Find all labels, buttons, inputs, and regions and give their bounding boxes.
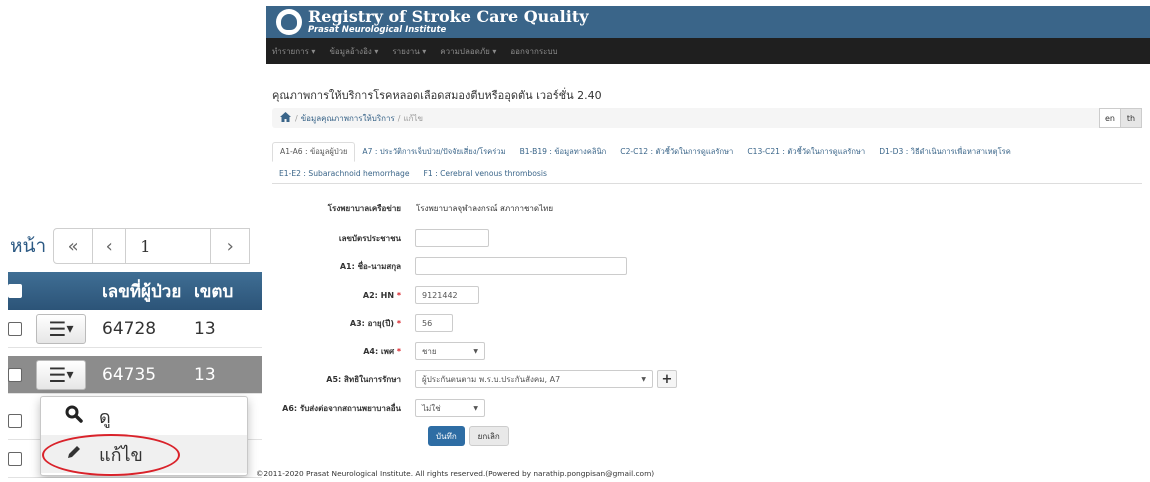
hospital-label: โรงพยาบาลเครือข่าย xyxy=(327,203,401,213)
rights-label: A5: สิทธิในการรักษา xyxy=(326,374,401,384)
citizen-id-input[interactable] xyxy=(415,229,489,247)
chevron-right-icon: › xyxy=(226,235,234,257)
row-checkbox[interactable] xyxy=(8,321,22,336)
app-window: Registry of Stroke Care Quality Prasat N… xyxy=(256,0,1150,482)
row-menu-button[interactable]: ☰ ▾ xyxy=(36,313,86,344)
nav-transactions[interactable]: ทำรายการ ▾ xyxy=(272,45,315,58)
row-checkbox[interactable] xyxy=(8,367,22,382)
tab-c2-c12[interactable]: C2-C12 : ตัวชี้วัดในการดูแลรักษา xyxy=(613,142,740,162)
referral-label: A6: รับส่งต่อจากสถานพยาบาลอื่น xyxy=(282,403,401,413)
row-patient-number: 64728 xyxy=(102,318,157,339)
app-subtitle: Prasat Neurological Institute xyxy=(308,25,447,35)
rights-row: A5: สิทธิในการรักษา ผู้ประกันตนตาม พ.ร.บ… xyxy=(266,367,1150,391)
row-menu-button[interactable]: ☰ ▾ xyxy=(36,359,86,390)
required-marker: * xyxy=(396,290,401,300)
prev-page-button[interactable]: ‹ xyxy=(92,228,127,264)
referral-select[interactable]: ไม่ใช่ ▼ xyxy=(415,399,485,417)
nav-reports[interactable]: รายงาน ▾ xyxy=(392,45,426,58)
pager-label: หน้า xyxy=(10,235,47,257)
hamburger-icon: ☰ xyxy=(48,362,67,387)
footer: ©2011-2020 Prasat Neurological Institute… xyxy=(256,469,655,478)
tab-a1-a6[interactable]: A1-A6 : ข้อมูลผู้ป่วย xyxy=(272,142,356,162)
highlight-ellipse xyxy=(42,434,180,476)
tab-e1-e2[interactable]: E1-E2 : Subarachnoid hemorrhage xyxy=(272,163,417,183)
required-marker: * xyxy=(396,318,401,328)
column-zone: เขตบ xyxy=(194,281,234,302)
view-label: ดู xyxy=(99,406,111,428)
table-row[interactable]: ☰ ▾ 64735 13 xyxy=(8,356,262,394)
lang-en-button[interactable]: en xyxy=(1099,108,1121,128)
table-row[interactable]: ☰ ▾ 64728 13 xyxy=(8,310,262,348)
form-actions: บันทึก ยกเลิก xyxy=(266,424,1150,448)
tab-f1[interactable]: F1 : Cerebral venous thrombosis xyxy=(417,163,554,183)
caret-down-icon: ▾ xyxy=(66,320,74,337)
hospital-value: โรงพยาบาลจุฬาลงกรณ์ สภากาชาดไทย xyxy=(416,203,554,213)
hamburger-icon: ☰ xyxy=(48,316,67,341)
page-number-input[interactable]: 1 xyxy=(125,228,212,264)
sex-row: A4: เพศ * ชาย ▼ xyxy=(266,339,1150,363)
zoomed-table-inset: หน้า « ‹ 1 › เลขที่ผู้ป่วย เขตบ ☰ ▾ 64728… xyxy=(0,228,262,478)
save-button[interactable]: บันทึก xyxy=(428,426,465,446)
tab-a7[interactable]: A7 : ประวัติการเจ็บป่วย/ปัจจัยเสี่ยง/โรค… xyxy=(355,142,512,162)
add-rights-button[interactable]: + xyxy=(657,370,677,388)
hn-label: A2: HN * xyxy=(362,290,401,300)
cancel-button[interactable]: ยกเลิก xyxy=(468,426,509,446)
rights-select[interactable]: ผู้ประกันตนตาม พ.ร.บ.ประกันสังคม, A7 ▼ xyxy=(415,370,653,388)
referral-row: A6: รับส่งต่อจากสถานพยาบาลอื่น ไม่ใช่ ▼ xyxy=(266,396,1150,420)
caret-down-icon: ▼ xyxy=(473,404,478,412)
required-marker: * xyxy=(396,346,401,356)
tab-b1-b19[interactable]: B1-B19 : ข้อมูลทางคลินิก xyxy=(513,142,614,162)
caret-down-icon: ▼ xyxy=(473,347,478,355)
row-checkbox[interactable] xyxy=(8,413,22,428)
hn-input[interactable]: 9121442 xyxy=(415,286,479,304)
nav-logout[interactable]: ออกจากระบบ xyxy=(510,45,557,58)
form-tabs: A1-A6 : ข้อมูลผู้ป่วย A7 : ประวัติการเจ็… xyxy=(272,140,1142,184)
view-menu-item[interactable]: ดู xyxy=(41,397,247,435)
name-row: A1: ชื่อ-นามสกุล xyxy=(266,254,1150,278)
nav-security[interactable]: ความปลอดภัย ▾ xyxy=(440,45,496,58)
row-patient-number: 64735 xyxy=(102,364,157,385)
language-switch: en th xyxy=(1099,108,1142,128)
column-patient-number: เลขที่ผู้ป่วย xyxy=(102,281,182,302)
search-icon xyxy=(65,405,87,428)
home-icon[interactable] xyxy=(280,111,291,125)
hospital-row: โรงพยาบาลเครือข่าย โรงพยาบาลจุฬาลงกรณ์ ส… xyxy=(266,196,1150,220)
caret-down-icon: ▼ xyxy=(641,375,646,383)
sex-label: A4: เพศ * xyxy=(363,346,401,356)
sex-select[interactable]: ชาย ▼ xyxy=(415,342,485,360)
app-title: Registry of Stroke Care Quality xyxy=(308,7,589,26)
pagination: หน้า « ‹ 1 › xyxy=(0,228,262,264)
caret-down-icon: ▾ xyxy=(66,366,74,383)
citizen-id-label: เลขบัตรประชาชน xyxy=(338,233,401,243)
next-page-button[interactable]: › xyxy=(210,228,251,264)
age-label: A3: อายุ(ปี) * xyxy=(349,318,401,328)
breadcrumb-current: แก้ไข xyxy=(403,113,424,123)
tab-d1-d3[interactable]: D1-D3 : วิธีดำเนินการเพื่อหาสาเหตุโรค xyxy=(872,142,1018,162)
row-zone: 13 xyxy=(194,364,216,385)
citizen-id-row: เลขบัตรประชาชน xyxy=(266,226,1150,250)
breadcrumb: / ข้อมูลคุณภาพการให้บริการ / แก้ไข xyxy=(272,108,1142,128)
name-input[interactable] xyxy=(415,257,627,275)
age-row: A3: อายุ(ปี) * 56 xyxy=(266,311,1150,335)
hn-row: A2: HN * 9121442 xyxy=(266,283,1150,307)
double-chevron-left-icon: « xyxy=(67,235,79,257)
tab-c13-c21[interactable]: C13-C21 : ตัวชี้วัดในการดูแลรักษา xyxy=(740,142,872,162)
table-header: เลขที่ผู้ป่วย เขตบ xyxy=(8,272,262,310)
brand-header: Registry of Stroke Care Quality Prasat N… xyxy=(266,6,1150,38)
main-nav: ทำรายการ ▾ ข้อมูลอ้างอิง ▾ รายงาน ▾ ความ… xyxy=(266,38,1150,64)
age-input[interactable]: 56 xyxy=(415,314,453,332)
chevron-left-icon: ‹ xyxy=(105,235,113,257)
row-zone: 13 xyxy=(194,318,216,339)
brain-logo-icon xyxy=(276,9,302,35)
page-title: คุณภาพการให้บริการโรคหลอดเลือดสมองตีบหรื… xyxy=(272,89,602,102)
row-checkbox[interactable] xyxy=(8,451,22,466)
lang-th-button[interactable]: th xyxy=(1120,108,1142,128)
name-label: A1: ชื่อ-นามสกุล xyxy=(339,261,401,271)
breadcrumb-section[interactable]: ข้อมูลคุณภาพการให้บริการ xyxy=(301,112,395,125)
first-page-button[interactable]: « xyxy=(53,228,94,264)
nav-reference-data[interactable]: ข้อมูลอ้างอิง ▾ xyxy=(329,45,378,58)
select-all-checkbox[interactable] xyxy=(8,284,22,298)
